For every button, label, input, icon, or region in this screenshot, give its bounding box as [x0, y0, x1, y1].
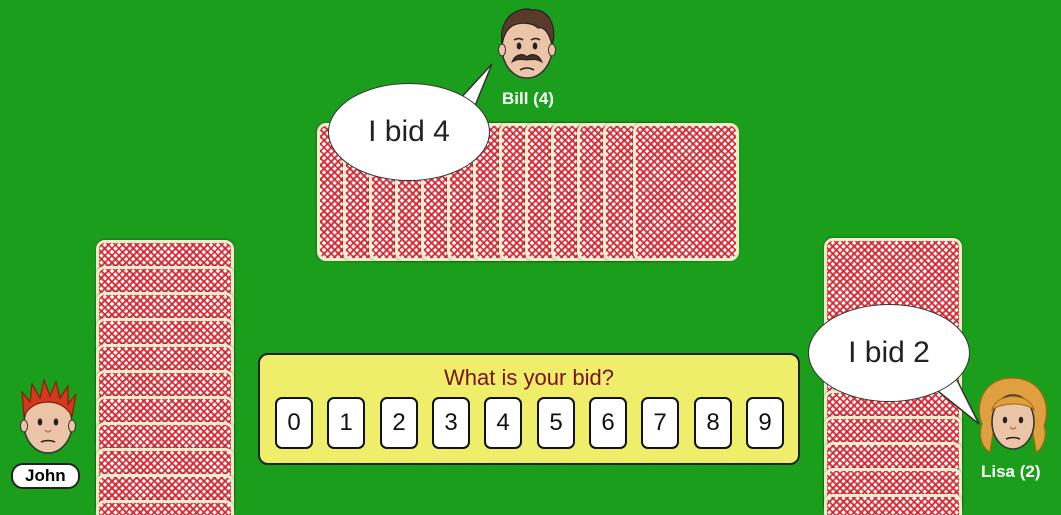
bid-button-8[interactable]: 8 [694, 397, 732, 449]
lisa-label: Lisa (2) [981, 462, 1041, 481]
bill-label: Bill (4) [502, 89, 554, 108]
john-card [96, 500, 234, 515]
bid-prompt: What is your bid? [444, 365, 614, 390]
bid-button-9[interactable]: 9 [746, 397, 784, 449]
lisa-avatar [978, 377, 1048, 453]
bid-button-6[interactable]: 6 [589, 397, 627, 449]
bid-button-1[interactable]: 1 [327, 397, 365, 449]
bid-button-4[interactable]: 4 [484, 397, 522, 449]
bid-button-0[interactable]: 0 [275, 397, 313, 449]
bid-panel: What is your bid? 0 1 2 3 4 5 6 7 8 9 [258, 353, 800, 465]
bid-button-5[interactable]: 5 [537, 397, 575, 449]
bid-button-7[interactable]: 7 [641, 397, 679, 449]
lisa-speech-bubble: I bid 2 [808, 304, 970, 402]
bid-button-3[interactable]: 3 [432, 397, 470, 449]
bid-button-2[interactable]: 2 [380, 397, 418, 449]
john-name-pill: John [11, 463, 80, 489]
bill-speech-bubble: I bid 4 [328, 83, 490, 181]
john-avatar [20, 378, 77, 454]
lisa-bubble-text: I bid 2 [848, 336, 930, 369]
lisa-card [824, 494, 962, 515]
bill-card [633, 123, 739, 261]
bill-avatar [498, 8, 556, 79]
bill-bubble-text: I bid 4 [368, 115, 450, 148]
